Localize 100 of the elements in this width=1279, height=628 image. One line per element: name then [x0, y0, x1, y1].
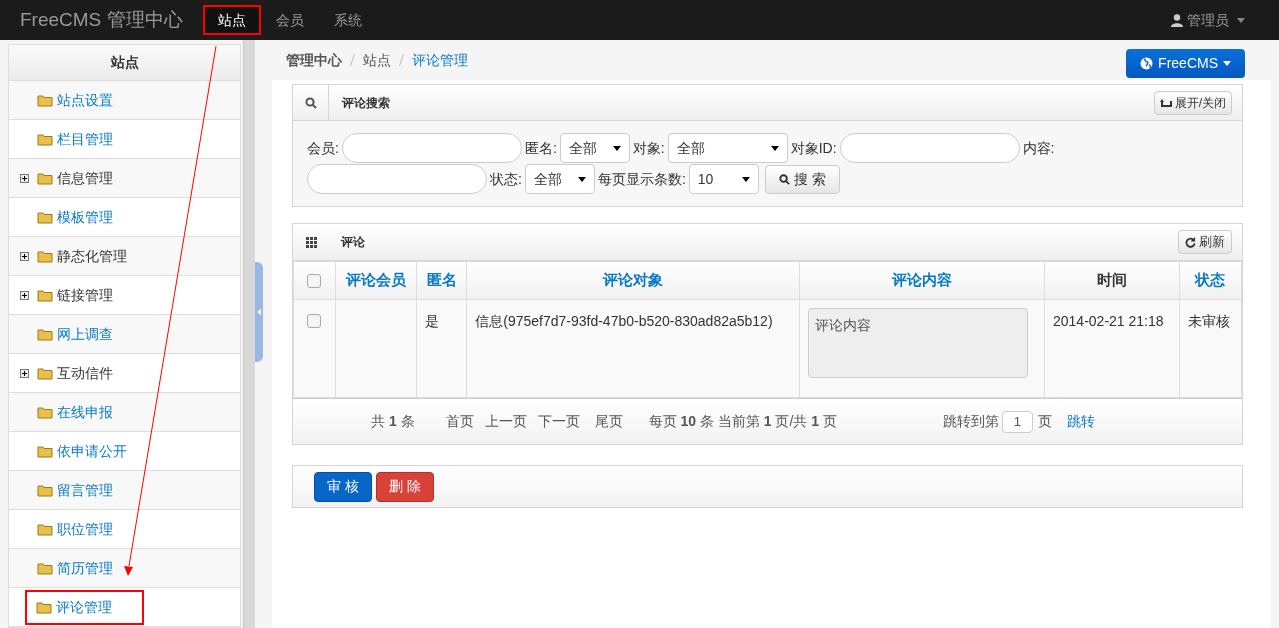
pager-link[interactable]: 下一页: [537, 411, 580, 432]
panel-title: 评论搜索: [342, 94, 390, 112]
column-header[interactable]: 评论内容: [799, 261, 1045, 300]
field-label: 对象ID:: [790, 138, 837, 158]
search-icon: [778, 173, 790, 185]
sidebar-link[interactable]: 简历管理: [34, 550, 118, 586]
field-label: 对象:: [632, 138, 665, 158]
input-field[interactable]: [839, 133, 1020, 163]
field-label: 状态:: [490, 169, 522, 189]
breadcrumb-separator: [350, 54, 355, 66]
page-input[interactable]: 1: [1001, 410, 1033, 433]
select-field[interactable]: 全部: [524, 164, 595, 194]
breadcrumb-separator: [399, 54, 404, 66]
table-cell: 是: [425, 313, 440, 329]
folder-icon: [37, 561, 53, 575]
row-checkbox[interactable]: [307, 314, 322, 328]
breadcrumb-link[interactable]: 评论管理: [412, 49, 468, 71]
pager-link[interactable]: 首页: [445, 411, 474, 432]
user-icon: [1171, 13, 1183, 27]
grid-icon: [305, 236, 317, 248]
collapse-handle[interactable]: [255, 262, 263, 362]
jump-link[interactable]: 跳转: [1066, 411, 1095, 432]
sidebar-link[interactable]: 职位管理: [34, 511, 118, 547]
column-header[interactable]: 评论对象: [466, 261, 800, 300]
sidebar-link[interactable]: 静态化管理: [34, 238, 132, 274]
sidebar-link[interactable]: 评论管理: [25, 589, 144, 625]
folder-icon: [37, 93, 53, 107]
sidebar-link[interactable]: 模板管理: [34, 199, 118, 235]
site-dropdown-button[interactable]: FreeCMS: [1126, 48, 1245, 78]
pager-link[interactable]: 尾页: [594, 411, 623, 432]
nav-tab[interactable]: 站点: [202, 5, 261, 35]
expand-icon[interactable]: [20, 290, 29, 300]
sidebar-link[interactable]: 留言管理: [34, 472, 118, 508]
expand-icon[interactable]: [20, 251, 29, 261]
page-suffix: 页: [1037, 412, 1052, 431]
search-button[interactable]: 搜 索: [764, 164, 840, 194]
folder-icon: [37, 327, 53, 341]
column-header[interactable]: 匿名: [416, 261, 467, 300]
total-count: 共 1 条: [371, 412, 415, 431]
page-info: 每页 10 条 当前第 1 页/共 1 页: [648, 412, 837, 431]
globe-icon: [1140, 56, 1154, 70]
caret-icon: [577, 176, 586, 182]
expand-icon[interactable]: [20, 368, 29, 378]
caret-icon: [741, 176, 750, 182]
folder-icon: [37, 366, 53, 380]
select-all-checkbox[interactable]: [307, 274, 322, 289]
pager-link[interactable]: 上一页: [484, 411, 527, 432]
select-field[interactable]: 全部: [559, 133, 630, 163]
collapse-arrow-icon: [257, 309, 261, 315]
toggle-button[interactable]: 展开/关闭: [1153, 90, 1232, 115]
sidebar-title: 站点: [9, 45, 240, 81]
nav-tab[interactable]: 系统: [318, 5, 377, 35]
folder-icon: [37, 288, 53, 302]
caret-icon: [770, 145, 779, 151]
select-field[interactable]: 全部: [667, 133, 788, 163]
folder-icon: [37, 210, 53, 224]
action-button[interactable]: 审 核: [314, 471, 372, 502]
folder-icon: [37, 405, 53, 419]
brand-logo[interactable]: FreeCMS 管理中心: [20, 5, 183, 35]
jump-label: 跳转到第: [942, 412, 999, 431]
folder-icon: [36, 600, 52, 614]
action-button[interactable]: 删 除: [375, 471, 434, 502]
select-field[interactable]: 10: [688, 164, 759, 194]
folder-icon: [37, 522, 53, 536]
sidebar-link[interactable]: 站点设置: [34, 82, 118, 118]
search-icon: [304, 96, 317, 109]
expand-icon[interactable]: [20, 173, 29, 183]
caret-icon: [1237, 17, 1245, 23]
sidebar-link[interactable]: 在线申报: [34, 394, 118, 430]
input-field[interactable]: [341, 133, 522, 163]
table-cell: 信息(975ef7d7-93fd-47b0-b520-830ad82a5b12): [475, 313, 773, 329]
caret-icon: [1223, 60, 1231, 66]
user-menu[interactable]: 管理员: [1171, 9, 1245, 31]
column-header: 时间: [1044, 261, 1180, 300]
nav-tab[interactable]: 会员: [260, 5, 319, 35]
caret-icon: [612, 145, 621, 151]
column-header[interactable]: 评论会员: [335, 261, 417, 300]
sidebar-link[interactable]: 互动信件: [34, 355, 118, 391]
content-textarea[interactable]: 评论内容: [808, 308, 1029, 378]
column-header[interactable]: 状态: [1179, 261, 1242, 300]
field-label: 内容:: [1022, 138, 1055, 158]
splitter-bar[interactable]: [243, 40, 255, 628]
sidebar-link[interactable]: 网上调查: [34, 316, 118, 352]
sidebar-link[interactable]: 链接管理: [34, 277, 118, 313]
repeat-icon: [1159, 97, 1173, 108]
sidebar-link[interactable]: 信息管理: [34, 160, 118, 196]
refresh-icon: [1185, 236, 1196, 248]
folder-icon: [37, 171, 53, 185]
input-field[interactable]: [307, 164, 487, 194]
breadcrumb-link[interactable]: 管理中心: [286, 49, 342, 71]
field-label: 每页显示条数:: [597, 169, 686, 189]
field-label: 会员:: [307, 138, 339, 158]
folder-icon: [37, 132, 53, 146]
panel-title: 评论: [341, 234, 365, 251]
field-label: 匿名:: [524, 138, 557, 158]
sidebar-link[interactable]: 栏目管理: [34, 121, 118, 157]
sidebar-link[interactable]: 依申请公开: [34, 433, 132, 469]
refresh-button[interactable]: 刷新: [1178, 230, 1232, 254]
breadcrumb-link[interactable]: 站点: [363, 49, 391, 71]
table-cell: 未审核: [1187, 313, 1230, 329]
